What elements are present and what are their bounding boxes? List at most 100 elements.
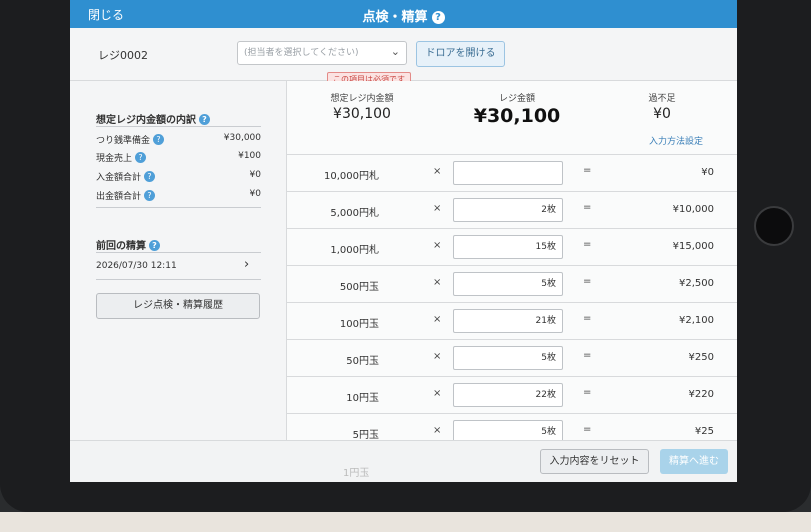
equals-symbol: = — [583, 239, 592, 250]
staff-select[interactable]: (担当者を選択してください) ⌄ — [237, 41, 407, 65]
breakdown-value: ¥0 — [249, 189, 261, 199]
divider — [96, 279, 261, 280]
equals-symbol: = — [583, 165, 592, 176]
times-symbol: × — [433, 314, 442, 325]
denomination-amount: ¥10,000 — [672, 204, 714, 215]
help-icon[interactable]: ? — [149, 240, 160, 251]
quantity-input[interactable]: 5枚 — [453, 272, 563, 296]
equals-symbol: = — [583, 424, 592, 435]
denomination-amount: ¥15,000 — [672, 241, 714, 252]
help-icon[interactable]: ? — [144, 171, 156, 182]
breakdown-title-text: 想定レジ内金額の内訳 — [96, 115, 196, 126]
denomination-row: 500円玉 × 5枚 = ¥2,500 — [287, 265, 737, 302]
quantity-input[interactable] — [453, 161, 563, 185]
times-symbol: × — [433, 388, 442, 399]
times-symbol: × — [433, 425, 442, 436]
denomination-amount: ¥25 — [694, 426, 714, 437]
expected-label: 想定レジ内金額 — [330, 94, 394, 104]
denomination-amount: ¥2,100 — [679, 315, 714, 326]
times-symbol: × — [433, 351, 442, 362]
bottom-action-bar: 入力内容をリセット 精算へ進む — [70, 440, 737, 482]
tablet-home-button — [754, 206, 794, 246]
reset-button[interactable]: 入力内容をリセット — [540, 449, 649, 474]
denomination-name: 5,000円札 — [330, 208, 379, 219]
breakdown-value: ¥0 — [249, 170, 261, 180]
denomination-name: 50円玉 — [346, 356, 379, 367]
chevron-right-icon[interactable]: › — [244, 257, 249, 272]
desk-surface — [0, 512, 811, 532]
help-icon[interactable]: ? — [199, 114, 210, 125]
register-amount: レジ金額 ¥30,100 — [462, 91, 572, 127]
help-icon[interactable]: ? — [153, 134, 165, 145]
quantity-input[interactable]: 2枚 — [453, 198, 563, 222]
right-panel: 想定レジ内金額 ¥30,100 レジ金額 ¥30,100 過不足 ¥0 入力方法… — [286, 81, 737, 482]
denomination-name: 500円玉 — [339, 282, 379, 293]
quantity-input[interactable]: 22枚 — [453, 383, 563, 407]
breakdown-label: つり銭準備金 — [96, 136, 151, 146]
left-panel: 想定レジ内金額の内訳? つり銭準備金? ¥30,000 現金売上? ¥100 入… — [70, 81, 286, 482]
times-symbol: × — [433, 240, 442, 251]
divider — [96, 207, 261, 208]
register-label: レジ金額 — [498, 94, 535, 104]
breakdown-label: 出金額合計 — [96, 192, 142, 202]
difference-label: 過不足 — [648, 94, 676, 104]
history-button[interactable]: レジ点検・精算履歴 — [96, 293, 260, 319]
breakdown-row: 現金売上? ¥100 — [96, 151, 261, 167]
staff-select-placeholder: (担当者を選択してください) — [244, 48, 359, 58]
page-title-text: 点検・精算 — [362, 10, 428, 25]
denomination-row: 1,000円札 × 15枚 = ¥15,000 — [287, 228, 737, 265]
help-icon[interactable]: ? — [144, 190, 156, 201]
register-header: レジ0002 (担当者を選択してください) ⌄ ドロアを開ける この項目は必須で… — [70, 28, 737, 87]
register-name: レジ0002 — [98, 49, 148, 62]
input-method-link[interactable]: 入力方法設定 — [649, 134, 703, 147]
denomination-name: 5円玉 — [352, 430, 379, 441]
equals-symbol: = — [583, 387, 592, 398]
quantity-input[interactable]: 21枚 — [453, 309, 563, 333]
denomination-name: 10,000円札 — [324, 171, 379, 182]
breakdown-value: ¥30,000 — [223, 133, 261, 143]
app-screen: 閉じる 点検・精算? レジ0002 (担当者を選択してください) ⌄ ドロアを開… — [70, 0, 737, 482]
quantity-input[interactable]: 15枚 — [453, 235, 563, 259]
denomination-amount: ¥250 — [688, 352, 714, 363]
difference-value: ¥0 — [653, 106, 671, 122]
breakdown-label: 現金売上 — [96, 154, 133, 164]
page-title: 点検・精算? — [70, 6, 737, 25]
denomination-row: 50円玉 × 5枚 = ¥250 — [287, 339, 737, 376]
register-value: ¥30,100 — [473, 105, 561, 127]
breakdown-title: 想定レジ内金額の内訳? — [96, 111, 210, 126]
denomination-row: 5,000円札 × 2枚 = ¥10,000 — [287, 191, 737, 228]
help-icon[interactable]: ? — [135, 152, 147, 163]
previous-settlement-date[interactable]: 2026/07/30 12:11 — [96, 261, 177, 271]
previous-title-text: 前回の精算 — [96, 241, 146, 252]
denomination-amount: ¥220 — [688, 389, 714, 400]
quantity-input[interactable]: 5枚 — [453, 346, 563, 370]
denomination-amount: ¥2,500 — [679, 278, 714, 289]
equals-symbol: = — [583, 350, 592, 361]
expected-amount: 想定レジ内金額 ¥30,100 — [317, 91, 407, 122]
denomination-row: 10円玉 × 22枚 = ¥220 — [287, 376, 737, 413]
denomination-name: 100円玉 — [339, 319, 379, 330]
chevron-down-icon: ⌄ — [390, 45, 400, 58]
equals-symbol: = — [583, 276, 592, 287]
times-symbol: × — [433, 203, 442, 214]
denomination-name: 1,000円札 — [330, 245, 379, 256]
help-circle-icon[interactable]: ? — [431, 11, 445, 24]
denomination-name: 10円玉 — [346, 393, 379, 404]
previous-settlement-title: 前回の精算? — [96, 237, 160, 252]
equals-symbol: = — [583, 202, 592, 213]
divider — [96, 126, 261, 127]
denomination-row: 10,000円札 × = ¥0 — [287, 154, 737, 191]
proceed-settlement-button[interactable]: 精算へ進む — [660, 449, 728, 474]
times-symbol: × — [433, 277, 442, 288]
denomination-row: 100円玉 × 21枚 = ¥2,100 — [287, 302, 737, 339]
expected-value: ¥30,100 — [333, 106, 391, 122]
denomination-amount: ¥0 — [701, 167, 714, 178]
divider — [96, 252, 261, 253]
hidden-denomination-row: 1円玉 — [343, 468, 370, 479]
breakdown-label: 入金額合計 — [96, 173, 142, 183]
open-drawer-button[interactable]: ドロアを開ける — [416, 41, 505, 67]
difference-amount: 過不足 ¥0 — [627, 91, 697, 122]
breakdown-value: ¥100 — [238, 151, 261, 161]
top-bar: 閉じる 点検・精算? — [70, 0, 737, 28]
breakdown-row: 出金額合計? ¥0 — [96, 189, 261, 205]
